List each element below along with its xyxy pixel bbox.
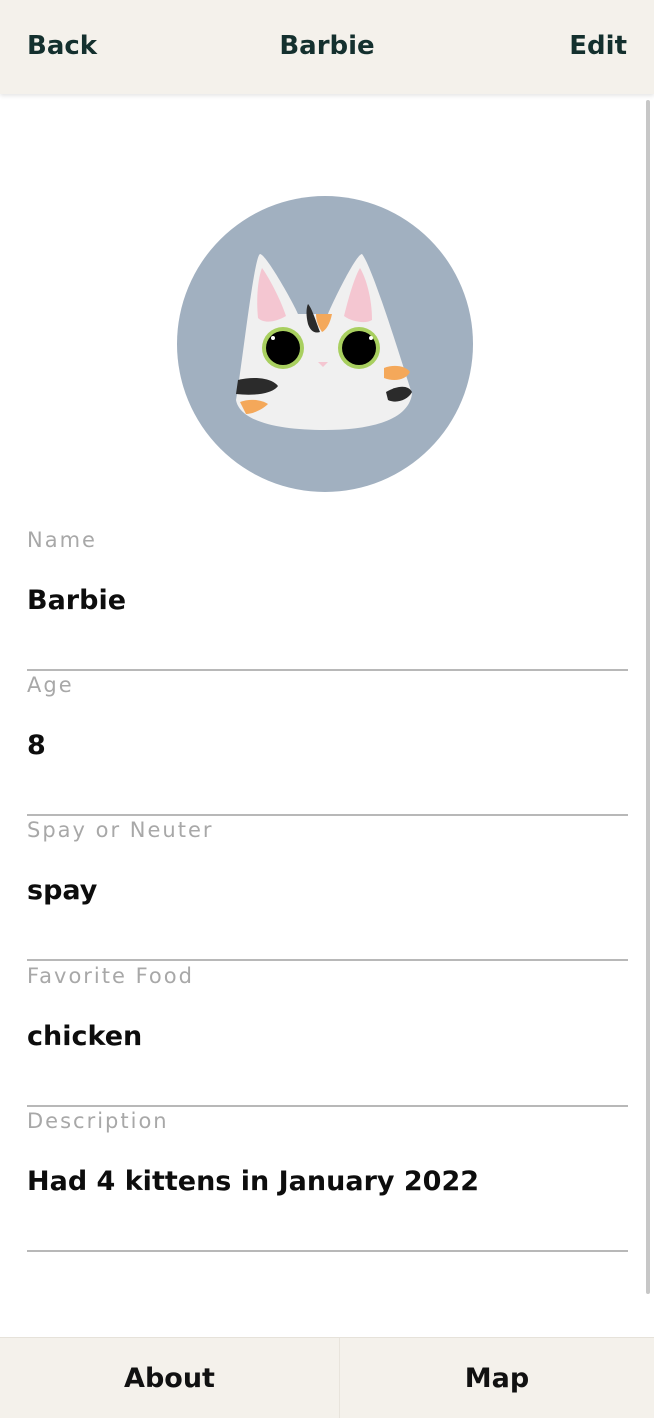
name-field: Name Barbie [27, 526, 628, 671]
age-value: 8 [27, 730, 46, 761]
tab-about[interactable]: About [0, 1338, 340, 1418]
favorite-food-label: Favorite Food [27, 964, 194, 988]
age-label: Age [27, 673, 74, 697]
page-title: Barbie [279, 31, 375, 61]
edit-button[interactable]: Edit [569, 28, 627, 64]
favorite-food-field: Favorite Food chicken [27, 962, 628, 1107]
age-field: Age 8 [27, 671, 628, 816]
spay-neuter-value: spay [27, 875, 98, 906]
profile-content[interactable]: Name Barbie Age 8 Spay or Neuter spay Fa… [0, 94, 654, 1337]
pet-profile-screen: Back Barbie Edit Name Barbie Age 8 Spay … [0, 0, 654, 1418]
back-button[interactable]: Back [27, 28, 97, 64]
spay-neuter-field: Spay or Neuter spay [27, 816, 628, 961]
cat-avatar-icon [177, 196, 473, 492]
description-label: Description [27, 1109, 169, 1133]
bottom-tab-bar: About Map [0, 1337, 654, 1418]
favorite-food-value: chicken [27, 1021, 143, 1052]
name-label: Name [27, 528, 97, 552]
top-nav-bar: Back Barbie Edit [0, 0, 654, 94]
scrollbar[interactable] [646, 100, 650, 1294]
description-field: Description Had 4 kittens in January 202… [27, 1107, 628, 1252]
tab-map[interactable]: Map [340, 1338, 654, 1418]
spay-neuter-label: Spay or Neuter [27, 818, 214, 842]
name-value: Barbie [27, 585, 127, 616]
description-value: Had 4 kittens in January 2022 [27, 1166, 480, 1197]
